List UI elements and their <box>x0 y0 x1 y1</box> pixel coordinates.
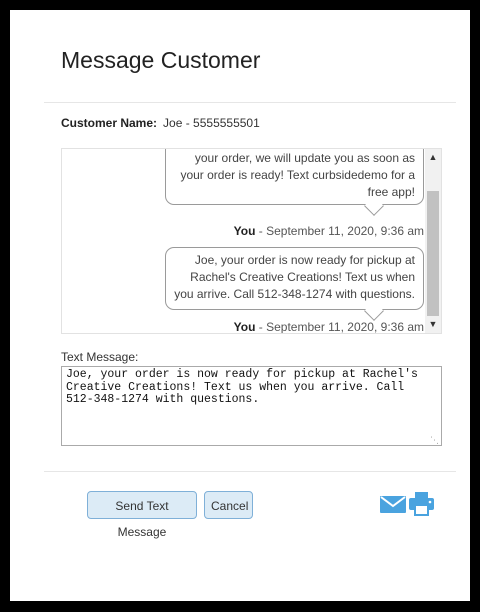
message-timestamp: - September 11, 2020, 9:36 am <box>255 320 424 334</box>
message-thread[interactable]: your order, we will update you as soon a… <box>61 148 442 334</box>
printer-icon[interactable] <box>409 492 434 516</box>
message-bubble: Joe, your order is now ready for pickup … <box>165 247 424 321</box>
dialog-title: Message Customer <box>61 47 261 73</box>
scrollbar-thumb[interactable] <box>427 191 439 316</box>
send-text-message-button[interactable]: Send Text Message <box>87 491 197 539</box>
message-text: your order, we will update you as soon a… <box>180 151 415 199</box>
message-meta: You - September 11, 2020, 9:36 am <box>233 320 424 334</box>
text-message-input[interactable]: Joe, your order is now ready for pickup … <box>61 366 442 446</box>
message-text: Joe, your order is now ready for pickup … <box>174 253 415 301</box>
bubble-tail <box>364 301 384 321</box>
scroll-up-arrow-icon[interactable]: ▲ <box>425 149 441 166</box>
header-divider <box>44 102 456 103</box>
message-timestamp: - September 11, 2020, 9:36 am <box>255 224 424 238</box>
cancel-button[interactable]: Cancel <box>204 491 253 519</box>
footer-divider <box>44 471 456 472</box>
thread-scrollbar[interactable]: ▲ ▼ <box>425 149 441 333</box>
message-customer-dialog: Message Customer Customer Name: Joe - 555… <box>10 10 470 601</box>
message-meta: You - September 11, 2020, 9:36 am <box>234 224 424 238</box>
envelope-icon[interactable] <box>380 494 406 514</box>
text-message-label: Text Message: <box>61 350 139 364</box>
resize-grip-icon[interactable]: ⋱ <box>430 435 439 446</box>
scroll-down-arrow-icon[interactable]: ▼ <box>425 316 441 333</box>
message-sender: You <box>233 224 256 238</box>
customer-name-row: Customer Name: Joe - 5555555501 <box>61 116 260 130</box>
message-bubble: your order, we will update you as soon a… <box>165 149 424 216</box>
customer-name-value: Joe - 5555555501 <box>163 116 260 130</box>
customer-name-label: Customer Name: <box>61 116 158 130</box>
message-sender: You <box>233 320 256 334</box>
bubble-tail <box>364 196 384 216</box>
